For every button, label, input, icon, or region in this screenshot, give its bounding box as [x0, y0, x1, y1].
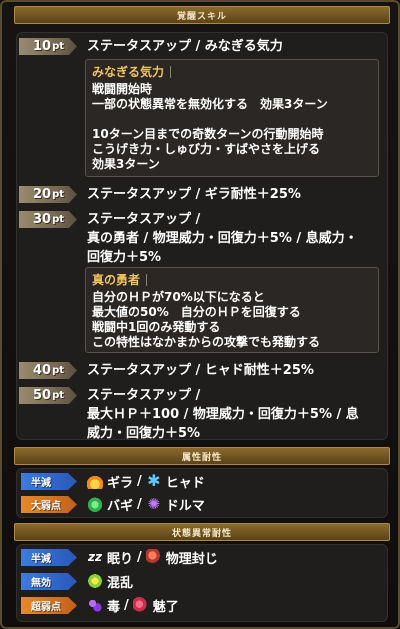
pt-unit: pt: [52, 214, 65, 225]
awakening-skills-panel: 10 pt ステータスアップ / みなぎる気力 みなぎる気力 戦闘開始時 一部の状…: [16, 32, 388, 443]
skill-10-text: ステータスアップ / みなぎる気力: [87, 37, 383, 56]
status-label: 眠り: [107, 551, 134, 567]
skill-line: 威力・回復力＋5%: [87, 426, 201, 441]
status-resist-row-half: zz 眠り / 物理封じ: [87, 547, 218, 567]
status-label: 物理封じ: [165, 551, 218, 567]
status-resist-row-immune: 混乱: [87, 571, 133, 591]
minagiru-description-box: みなぎる気力 戦闘開始時 一部の状態異常を無効化する 効果3ターン 10ターン目…: [85, 59, 379, 177]
skill-line: ステータスアップ /: [87, 212, 201, 227]
desc-line: 戦闘中1回のみ発動する: [92, 320, 221, 334]
element-resist-row-big-weak: バギ / ✺ ドルマ: [87, 494, 205, 514]
title-divider: [146, 274, 148, 286]
skill-20-text: ステータスアップ / ギラ耐性＋25%: [87, 185, 383, 204]
pt-unit: pt: [52, 365, 65, 376]
status-resist-panel: 半減 zz 眠り / 物理封じ 無効 混乱 超弱点 毒 / 魅了: [16, 544, 388, 622]
tag-big-weak: 大弱点: [21, 496, 77, 513]
awakening-skill-header: 覚醒スキル: [14, 6, 390, 24]
skill-line: ステータスアップ / ギラ耐性＋25%: [87, 187, 301, 202]
physical-seal-icon: [145, 549, 162, 565]
separator: /: [137, 496, 142, 512]
pt-badge-50: 50 pt: [19, 387, 77, 404]
status-resist-title: 状態異常耐性: [171, 528, 232, 539]
dark-swirl-icon: ✺: [147, 495, 161, 513]
tag-half: 半減: [21, 549, 77, 566]
status-resist-header: 状態異常耐性: [14, 523, 390, 541]
pt-unit: pt: [52, 41, 65, 52]
desc-line: この特性はなかまからの攻撃でも発動する: [92, 335, 321, 349]
element-resist-panel: 半減 ギラ / ✱ ヒャド 大弱点 バギ / ✺ ドルマ: [16, 468, 388, 518]
desc-line: こうげき力・しゅび力・すばやさを上げる: [92, 142, 321, 156]
desc-line: 最大値の50% 自分のＨＰを回復する: [92, 305, 301, 319]
pt-value: 20: [33, 187, 52, 202]
confusion-icon: [87, 573, 103, 589]
skill-line: 真の勇者 / 物理威力・回復力＋5% / 息威力・: [87, 231, 358, 246]
element-label: ギラ: [107, 475, 134, 491]
element-resist-title: 属性耐性: [181, 452, 222, 463]
element-resist-header: 属性耐性: [14, 447, 390, 465]
skill-line: ステータスアップ / ヒャド耐性＋25%: [87, 363, 314, 378]
pt-badge-30: 30 pt: [19, 211, 77, 228]
sleep-icon: zz: [88, 550, 102, 564]
status-resist-row-super-weak: 毒 / 魅了: [87, 595, 179, 615]
element-resist-row-half: ギラ / ✱ ヒャド: [87, 471, 205, 491]
element-label: ドルマ: [165, 498, 205, 514]
skill-line: 最大ＨＰ＋100 / 物理威力・回復力＋5% / 息: [87, 407, 359, 422]
desc-line: 10ターン目までの奇数ターンの行動開始時: [92, 127, 324, 141]
desc-title-text: みなぎる気力: [92, 65, 165, 79]
pt-value: 30: [33, 212, 52, 227]
skill-detail-frame: 覚醒スキル 10 pt ステータスアップ / みなぎる気力 みなぎる気力 戦闘開始…: [0, 0, 400, 629]
skill-40-text: ステータスアップ / ヒャド耐性＋25%: [87, 361, 383, 380]
skill-line: ステータスアップ / みなぎる気力: [87, 39, 283, 54]
pt-badge-40: 40 pt: [19, 362, 77, 379]
charm-icon: [132, 597, 149, 613]
wind-icon: [87, 496, 103, 512]
pt-value: 10: [33, 39, 52, 54]
skill-30-text: ステータスアップ / 真の勇者 / 物理威力・回復力＋5% / 息威力・ 回復力…: [87, 210, 383, 267]
poison-icon: [87, 597, 103, 613]
separator: /: [137, 549, 142, 565]
shin-no-yusha-description-box: 真の勇者 自分のＨＰが70%以下になると 最大値の50% 自分のＨＰを回復する …: [85, 267, 379, 353]
desc-title: みなぎる気力: [92, 64, 372, 80]
fire-icon: [87, 473, 103, 489]
skill-line: ステータスアップ /: [87, 388, 201, 403]
tag-super-weak: 超弱点: [21, 597, 77, 614]
awakening-skill-title: 覚醒スキル: [176, 11, 227, 22]
desc-line: 自分のＨＰが70%以下になると: [92, 290, 265, 304]
desc-title: 真の勇者: [92, 272, 372, 288]
pt-badge-20: 20 pt: [19, 186, 77, 203]
status-label: 混乱: [107, 575, 134, 591]
pt-value: 40: [33, 363, 52, 378]
status-label: 魅了: [152, 599, 179, 615]
tag-half: 半減: [21, 473, 77, 490]
pt-unit: pt: [52, 390, 65, 401]
snowflake-icon: ✱: [147, 471, 161, 490]
desc-line: 効果3ターン: [92, 157, 160, 171]
desc-title-text: 真の勇者: [92, 273, 141, 287]
element-label: バギ: [107, 498, 134, 514]
tag-immune: 無効: [21, 573, 77, 590]
desc-spacer: [92, 112, 372, 127]
separator: /: [124, 597, 129, 613]
pt-value: 50: [33, 388, 52, 403]
title-divider: [170, 66, 172, 78]
pt-unit: pt: [52, 189, 65, 200]
desc-line: 戦闘開始時: [92, 82, 153, 96]
pt-badge-10: 10 pt: [19, 38, 77, 55]
element-label: ヒャド: [165, 475, 205, 491]
skill-50-text: ステータスアップ / 最大ＨＰ＋100 / 物理威力・回復力＋5% / 息 威力…: [87, 386, 383, 443]
desc-line: 一部の状態異常を無効化する 効果3ターン: [92, 97, 328, 111]
skill-line: 回復力＋5%: [87, 250, 162, 265]
status-label: 毒: [107, 599, 121, 615]
separator: /: [137, 473, 142, 489]
